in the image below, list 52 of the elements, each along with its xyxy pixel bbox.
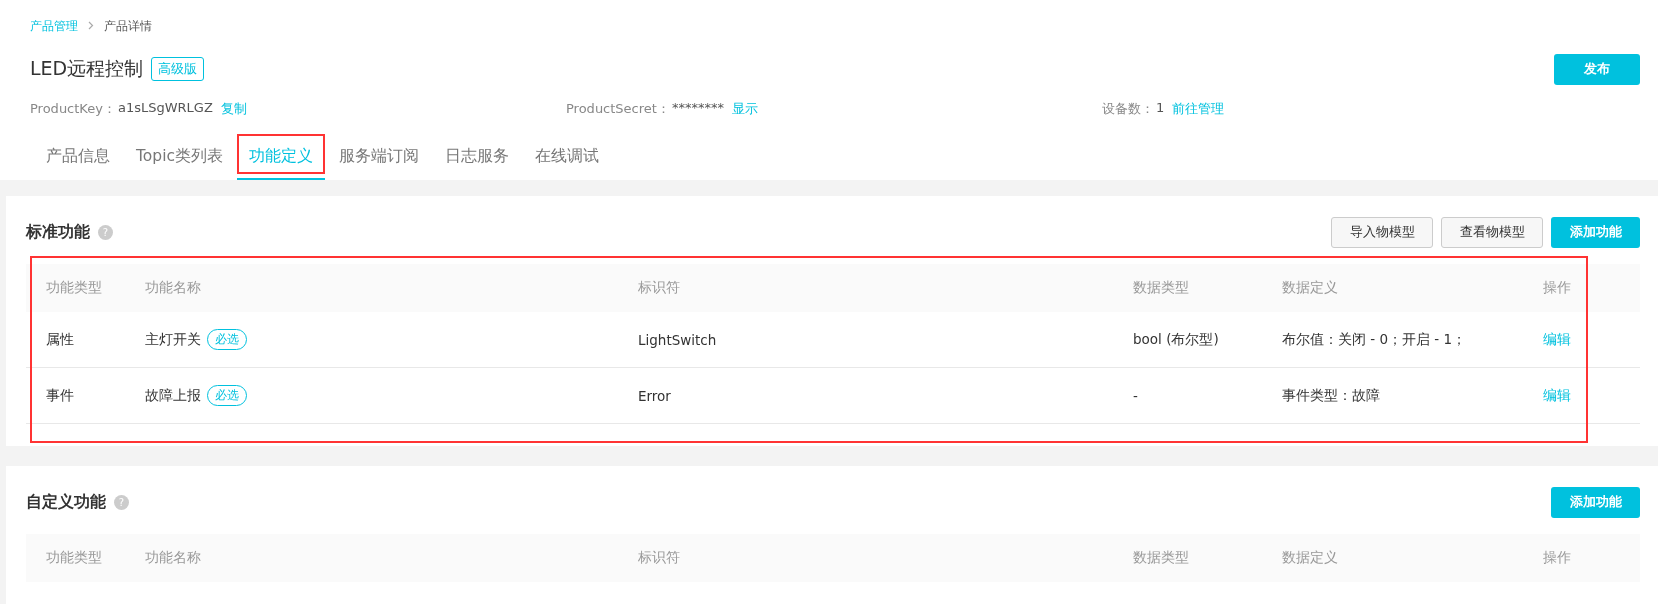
action-button[interactable]: 查看物模型 bbox=[1441, 216, 1543, 248]
product-title: LED远程控制 bbox=[30, 56, 144, 81]
column-header: 操作 bbox=[1542, 279, 1572, 297]
table-cell-text: - bbox=[1132, 387, 1139, 404]
edit-link[interactable]: 编辑 bbox=[1543, 330, 1571, 347]
table-cell: 主灯开关 bbox=[145, 330, 201, 349]
info-value: 1 bbox=[1156, 100, 1165, 117]
table-cell: 故障上报 bbox=[145, 386, 201, 405]
table-cell-text: LightSwitch bbox=[637, 331, 718, 348]
action-button[interactable]: 导入物模型 bbox=[1331, 216, 1433, 248]
table-cell-text: 事件 bbox=[45, 386, 75, 405]
tab[interactable]: 产品信息 bbox=[34, 134, 122, 180]
table-cell-text: bool (布尔型) bbox=[1132, 330, 1220, 349]
info-value: a1sLSgWRLGZ bbox=[117, 100, 213, 117]
column-header: 功能类型 bbox=[45, 549, 103, 567]
action-button[interactable]: 添加功能 bbox=[1551, 486, 1640, 518]
edition-tag: 高级版 bbox=[151, 57, 205, 81]
table-cell-text: 事件类型：故障 bbox=[1281, 386, 1381, 405]
column-header: 标识符 bbox=[637, 279, 681, 297]
edit-link[interactable]: 编辑 bbox=[1543, 386, 1571, 403]
column-header: 标识符 bbox=[637, 549, 681, 567]
table-cell-text: 属性 bbox=[45, 330, 75, 349]
info-label: ProductSecret： bbox=[566, 100, 670, 118]
section-title: 自定义功能 bbox=[26, 491, 106, 513]
column-header: 数据定义 bbox=[1281, 279, 1339, 297]
breadcrumb-item[interactable]: 产品管理 bbox=[30, 17, 78, 35]
info-label: 设备数： bbox=[1102, 100, 1154, 118]
help-icon[interactable]: ? bbox=[114, 494, 129, 510]
column-header: 功能名称 bbox=[144, 549, 202, 567]
breadcrumb-item: 产品详情 bbox=[104, 17, 152, 35]
column-header: 操作 bbox=[1542, 549, 1572, 567]
column-header: 功能名称 bbox=[144, 279, 202, 297]
column-header: 数据类型 bbox=[1132, 279, 1190, 297]
column-header: 数据类型 bbox=[1132, 549, 1190, 567]
tab[interactable]: 日志服务 bbox=[433, 134, 521, 180]
column-header: 功能类型 bbox=[45, 279, 103, 297]
info-label: ProductKey： bbox=[30, 100, 116, 118]
tab[interactable]: 在线调试 bbox=[523, 134, 611, 180]
info-link[interactable]: 显示 bbox=[731, 100, 758, 118]
section-title: 标准功能 bbox=[26, 221, 90, 243]
publish-button[interactable]: 发布 bbox=[1554, 53, 1640, 85]
help-icon[interactable]: ? bbox=[98, 224, 113, 240]
table-cell-text: 布尔值：关闭 - 0；开启 - 1； bbox=[1281, 330, 1468, 349]
table-cell-text: Error bbox=[637, 387, 672, 404]
info-value: ******** bbox=[671, 100, 724, 117]
info-link[interactable]: 复制 bbox=[220, 100, 247, 118]
column-header: 数据定义 bbox=[1281, 549, 1339, 567]
tab[interactable]: Topic类列表 bbox=[124, 134, 235, 180]
action-button[interactable]: 添加功能 bbox=[1551, 216, 1640, 248]
tab[interactable]: 功能定义 bbox=[237, 134, 325, 180]
info-link[interactable]: 前往管理 bbox=[1172, 100, 1225, 118]
tab[interactable]: 服务端订阅 bbox=[327, 134, 431, 180]
